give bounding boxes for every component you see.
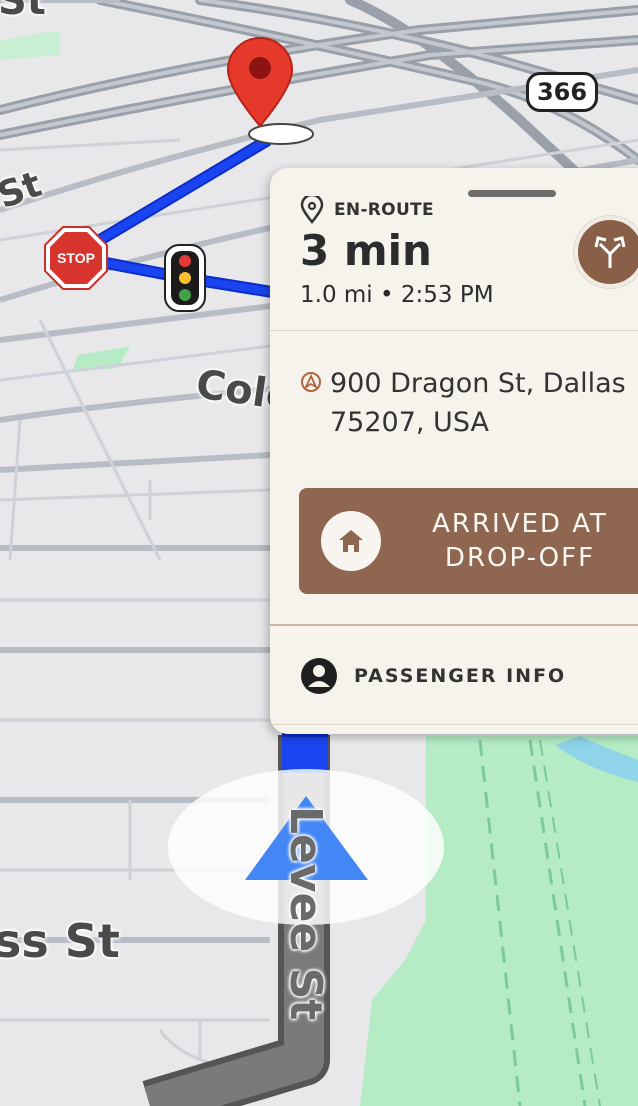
stop-sign-icon: STOP	[44, 226, 108, 290]
divider	[270, 330, 638, 331]
trip-card: EN-ROUTE 3 min 1.0 mi • 2:53 PM 900 Drag…	[270, 168, 638, 734]
eta-details: 1.0 mi • 2:53 PM	[300, 282, 494, 308]
highway-shield: 366	[526, 72, 598, 112]
drag-handle[interactable]	[468, 190, 556, 197]
status-row: EN-ROUTE	[300, 196, 434, 224]
traffic-light-icon	[164, 244, 206, 312]
address-line-1: 900 Dragon St, Dallas	[330, 368, 626, 399]
person-circle-icon	[301, 658, 337, 694]
street-label-top: St	[0, 0, 46, 24]
eta-time: 3 min	[300, 226, 432, 275]
destination-address: 900 Dragon St, Dallas 75207, USA	[300, 364, 626, 442]
fork-arrows-icon	[594, 236, 626, 268]
address-line-2: 75207, USA	[330, 407, 489, 438]
bottom-divider	[270, 724, 638, 725]
passenger-info-button[interactable]: PASSENGER INFO	[300, 657, 566, 695]
arrived-at-drop-off-button[interactable]: ARRIVED AT DROP-OFF	[299, 488, 638, 594]
trip-status: EN-ROUTE	[334, 200, 434, 220]
location-pin-outline-icon	[300, 196, 324, 224]
stop-sign-text: STOP	[57, 250, 95, 266]
street-label-bottom-left: ss St	[0, 914, 120, 968]
home-icon	[339, 530, 363, 552]
route-options-button[interactable]	[574, 216, 638, 288]
arrived-at-drop-off-label: ARRIVED AT DROP-OFF	[432, 509, 608, 573]
passenger-info-label: PASSENGER INFO	[354, 665, 567, 687]
section-divider	[270, 624, 638, 626]
navigation-circle-icon	[301, 372, 321, 392]
street-label-levee: Levee St	[280, 806, 331, 1021]
home-icon-circle	[321, 511, 381, 571]
